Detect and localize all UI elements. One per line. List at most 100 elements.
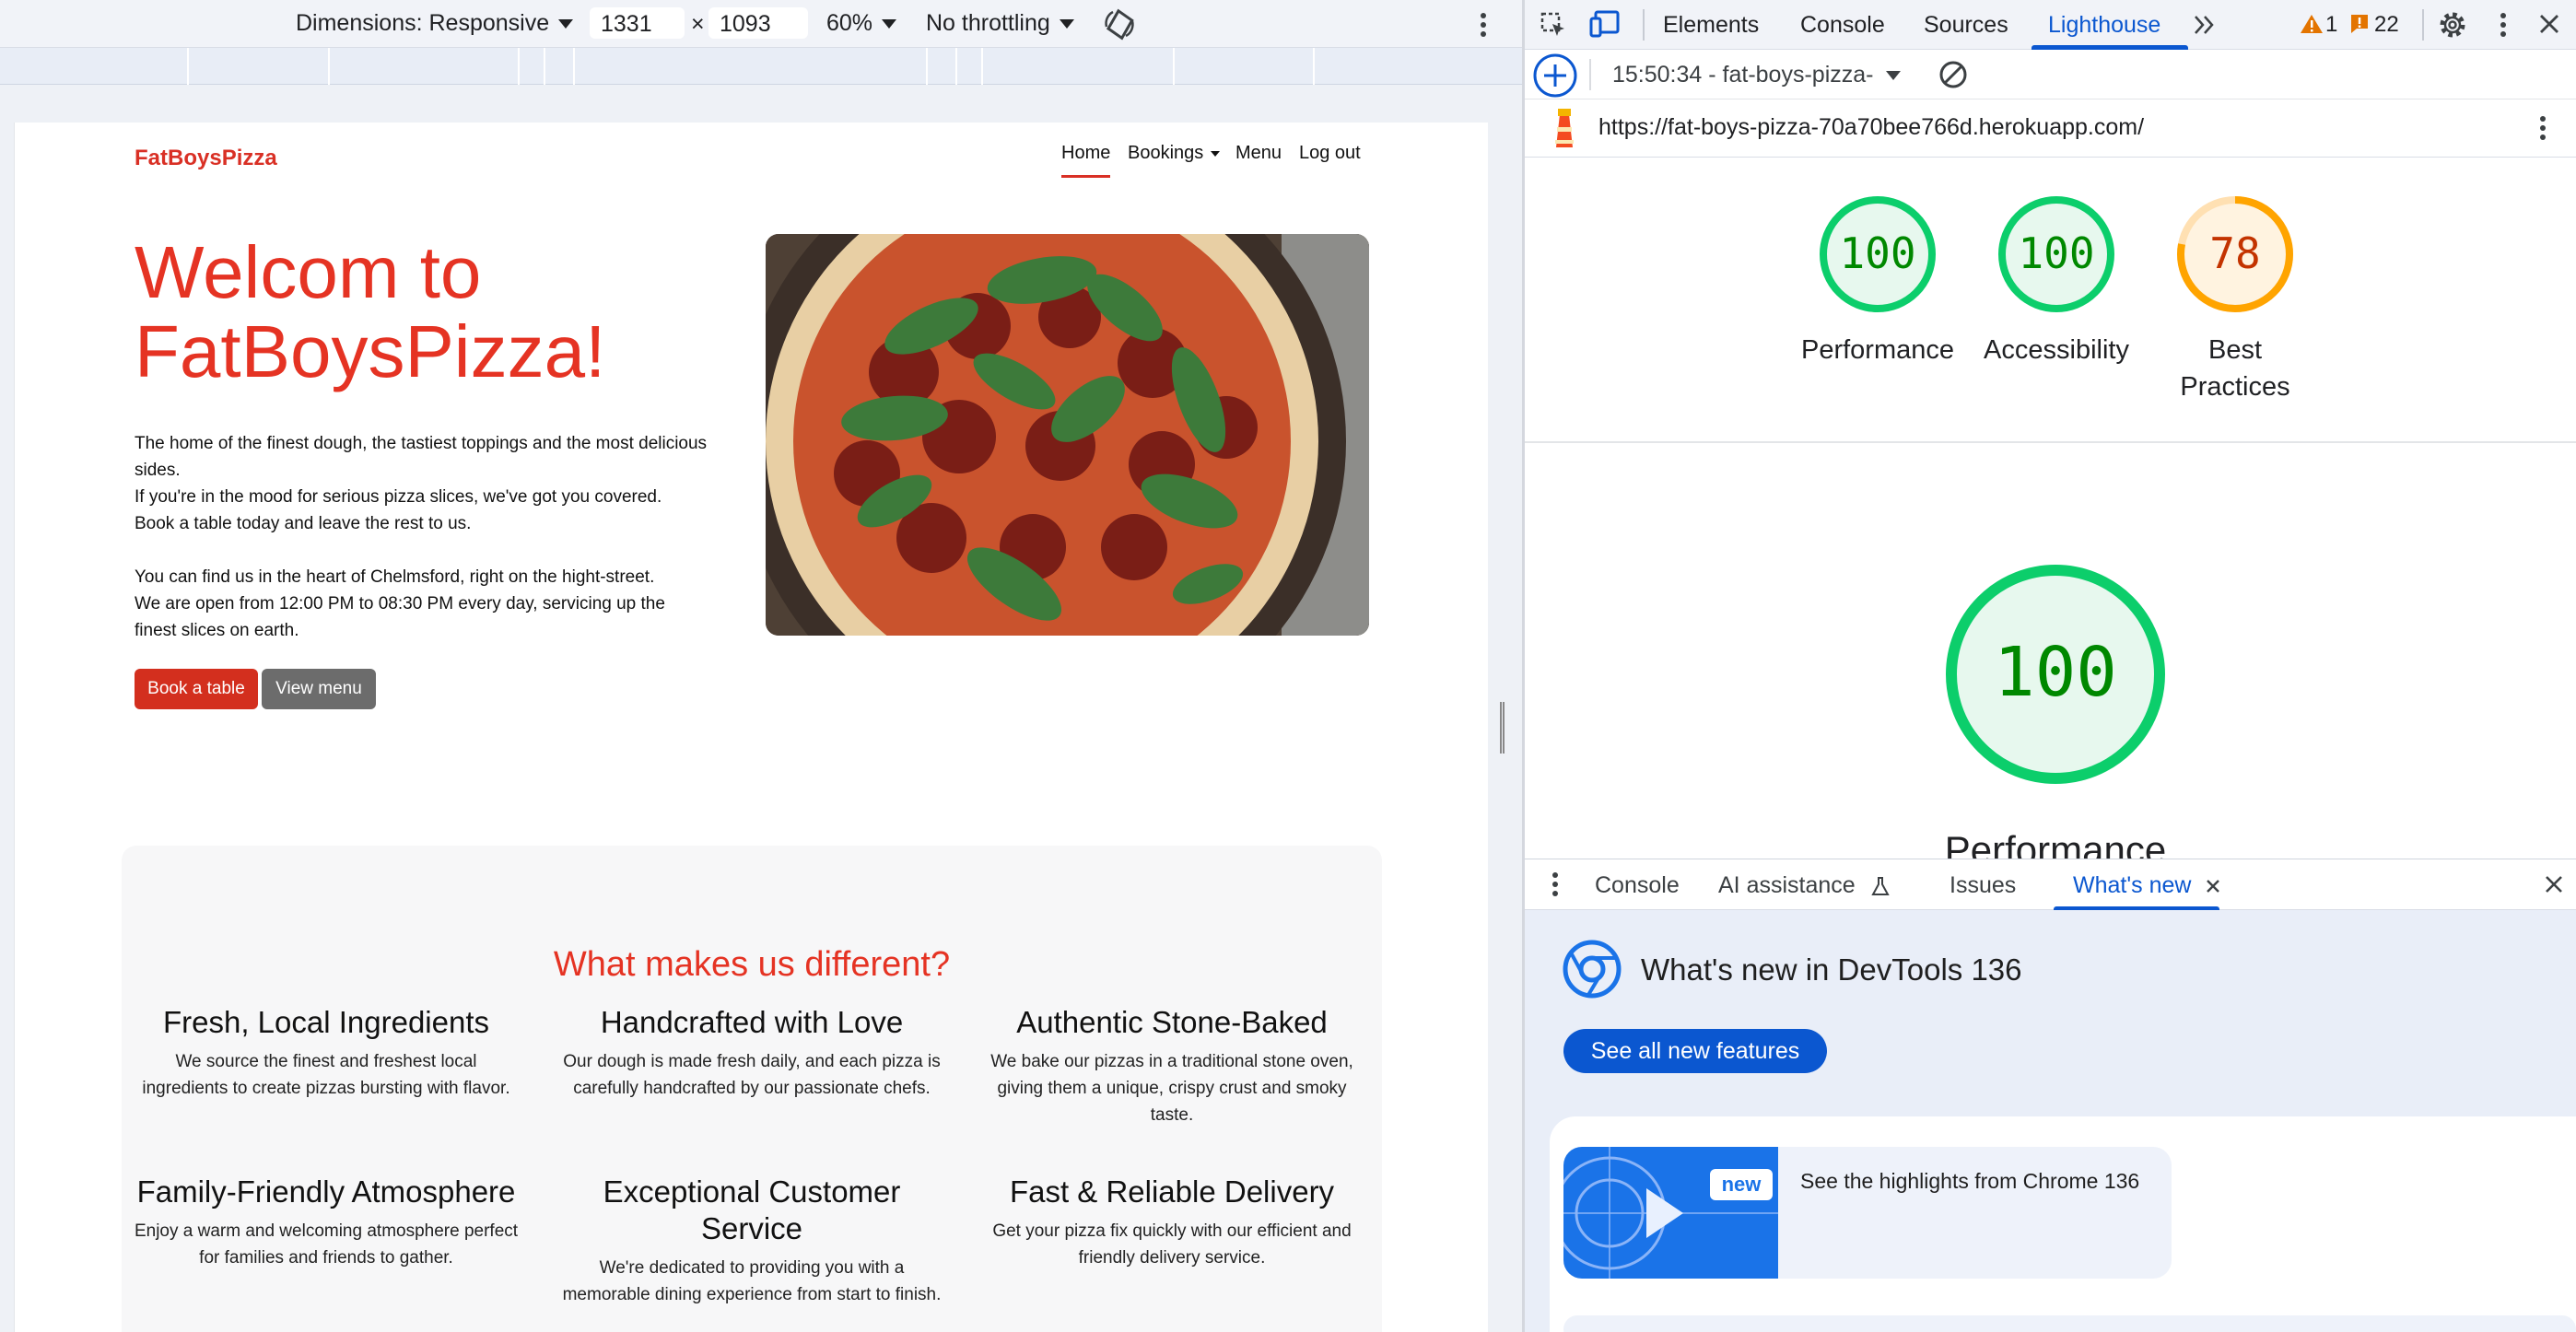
- flask-icon: [1870, 877, 1890, 896]
- drawer-tab-issues[interactable]: Issues: [1950, 872, 2016, 899]
- dimensions-dropdown[interactable]: Dimensions: Responsive: [296, 10, 574, 37]
- score-value: 100: [1839, 228, 1916, 278]
- book-table-button[interactable]: Book a table: [135, 669, 258, 709]
- feature-card: Authentic Stone-Baked We bake our pizzas…: [969, 1004, 1375, 1128]
- url-bar: https://fat-boys-pizza-70a70bee766d.hero…: [1525, 99, 2576, 158]
- large-gauge-label-clip: Performance: [1866, 829, 2245, 859]
- gauge-accessibility[interactable]: 100: [1996, 194, 2116, 319]
- new-badge: new: [1710, 1169, 1773, 1200]
- gauge-performance[interactable]: 100: [1818, 194, 1938, 319]
- warning-icon[interactable]: [2300, 14, 2324, 34]
- caret-down-icon: [1211, 150, 1221, 157]
- drawer-tab-label: AI assistance: [1718, 872, 1856, 898]
- times-symbol: ×: [691, 11, 705, 37]
- throttling-dropdown[interactable]: No throttling: [926, 10, 1074, 37]
- toolbar-separator: [2422, 9, 2424, 41]
- toolbar-separator: [1589, 59, 1591, 90]
- report-label: 15:50:34 - fat-boys-pizza-: [1612, 62, 1874, 88]
- view-menu-button[interactable]: View menu: [262, 669, 376, 709]
- large-gauge-label: Performance: [1944, 829, 2167, 859]
- hero-paragraph-2: You can find us in the heart of Chelmsfo…: [135, 564, 733, 644]
- more-vert-icon[interactable]: [2534, 114, 2552, 142]
- zoom-dropdown[interactable]: 60%: [826, 10, 897, 37]
- text-line: sides.: [135, 461, 181, 480]
- pizza-image: [766, 234, 1369, 636]
- feature-card: Family-Friendly Atmosphere Enjoy a warm …: [123, 1174, 529, 1271]
- tab-elements[interactable]: Elements: [1663, 12, 1759, 39]
- more-vert-icon[interactable]: [1474, 11, 1493, 39]
- lighthouse-toolbar: 15:50:34 - fat-boys-pizza-: [1525, 50, 2576, 99]
- drawer-toolbar: Console AI assistance Issues What's new: [1525, 859, 2576, 911]
- resize-handle[interactable]: [1500, 702, 1505, 754]
- tab-sources[interactable]: Sources: [1924, 12, 2008, 39]
- section-divider: [1525, 441, 2576, 443]
- close-drawer-icon[interactable]: [2544, 874, 2564, 894]
- devtools-panel: Elements Console Sources Lighthouse 1 22…: [1525, 0, 2576, 1332]
- nav-logout[interactable]: Log out: [1299, 143, 1361, 164]
- issue-icon[interactable]: [2349, 13, 2370, 35]
- close-tab-icon[interactable]: [2205, 878, 2221, 894]
- feature-text: Enjoy a warm and welcoming atmosphere pe…: [134, 1221, 519, 1268]
- new-report-plus-icon[interactable]: [1532, 53, 1578, 99]
- feature-card: Exceptional Customer Service We're dedica…: [549, 1174, 954, 1308]
- feature-card: Fresh, Local Ingredients We source the f…: [123, 1004, 529, 1102]
- tab-lighthouse[interactable]: Lighthouse: [2048, 12, 2160, 39]
- drawer-tab-whats-new[interactable]: What's new: [2073, 872, 2221, 899]
- nav-bookings[interactable]: Bookings: [1128, 143, 1221, 164]
- report-selector[interactable]: 15:50:34 - fat-boys-pizza-: [1612, 62, 1902, 88]
- more-vert-icon[interactable]: [2494, 11, 2512, 39]
- nav-menu[interactable]: Menu: [1235, 143, 1282, 164]
- chevron-down-icon: [882, 19, 897, 29]
- toolbar-separator: [1643, 9, 1645, 41]
- gauge-best-practices[interactable]: 78: [2175, 194, 2295, 319]
- emulated-page: FatBoysPizza Home Bookings Menu Log out …: [14, 123, 1488, 1332]
- width-input[interactable]: 1331: [590, 7, 685, 39]
- highlight-text[interactable]: See the highlights from Chrome 136: [1800, 1169, 2139, 1194]
- feature-card: Handcrafted with Love Our dough is made …: [549, 1004, 954, 1102]
- height-input[interactable]: 1093: [708, 7, 808, 39]
- more-tabs-icon[interactable]: [2193, 14, 2217, 36]
- close-icon[interactable]: [2538, 13, 2560, 35]
- play-icon: [1563, 1147, 1778, 1279]
- throttling-label: No throttling: [926, 10, 1050, 36]
- nav-bookings-label: Bookings: [1128, 143, 1204, 163]
- drawer-menu-icon[interactable]: [1549, 870, 1562, 898]
- feature-text: We're dedicated to providing you with am…: [562, 1258, 942, 1304]
- feature-title: Family-Friendly Atmosphere: [136, 1174, 516, 1209]
- inspect-icon[interactable]: [1540, 11, 1567, 39]
- devtools-toolbar: Elements Console Sources Lighthouse 1 22: [1525, 0, 2576, 50]
- highlights-video-card[interactable]: new See the highlights from Chrome 136: [1563, 1147, 2172, 1279]
- drawer-tab-ai-assistance[interactable]: AI assistance: [1718, 872, 1890, 899]
- rotate-icon[interactable]: [1102, 6, 1137, 41]
- score-value: 78: [2209, 228, 2261, 278]
- text-line: If you're in the mood for serious pizza …: [135, 487, 662, 507]
- chrome-devtools-logo-icon: [1563, 940, 1622, 999]
- warning-count[interactable]: 1: [2325, 12, 2337, 38]
- see-all-features-button[interactable]: See all new features: [1563, 1029, 1827, 1073]
- drawer-tab-console[interactable]: Console: [1595, 872, 1680, 899]
- media-query-ruler[interactable]: [0, 48, 1522, 85]
- text-line: Book a table today and leave the rest to…: [135, 514, 472, 533]
- settings-gear-icon[interactable]: [2437, 9, 2468, 41]
- lighthouse-logo-icon: [1555, 109, 1574, 147]
- feature-title: Authentic Stone-Baked: [1016, 1005, 1328, 1039]
- text-line: We are open from 12:00 PM to 08:30 PM ev…: [135, 594, 665, 613]
- feature-title: Handcrafted with Love: [600, 1005, 904, 1039]
- issue-count[interactable]: 22: [2374, 12, 2399, 38]
- drawer-tab-label: What's new: [2073, 872, 2192, 898]
- site-brand[interactable]: FatBoysPizza: [135, 146, 277, 171]
- gauge-label: Best Practices: [2180, 335, 2290, 402]
- features-heading: What makes us different?: [553, 945, 951, 984]
- tab-console[interactable]: Console: [1800, 12, 1885, 39]
- device-toggle-icon[interactable]: [1589, 9, 1621, 39]
- hero-title: Welcom to FatBoysPizza!: [135, 233, 798, 391]
- feature-card: Fast & Reliable Delivery Get your pizza …: [969, 1174, 1375, 1271]
- feature-text: We bake our pizzas in a traditional ston…: [990, 1052, 1353, 1125]
- video-thumbnail: [1563, 1147, 1778, 1279]
- audited-url[interactable]: https://fat-boys-pizza-70a70bee766d.hero…: [1598, 114, 2144, 141]
- nav-home[interactable]: Home: [1061, 143, 1111, 178]
- device-toolbar: Dimensions: Responsive 1331 × 1093 60% N…: [0, 0, 1522, 48]
- features-section: What makes us different? Fresh, Local In…: [122, 846, 1382, 1332]
- clear-block-icon[interactable]: [1937, 58, 1970, 91]
- chevron-down-icon: [1886, 71, 1902, 81]
